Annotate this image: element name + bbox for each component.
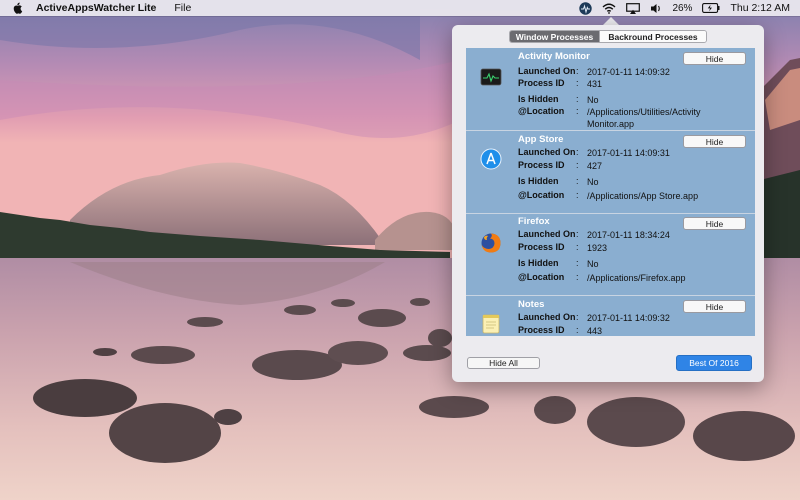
- process-item: Activity Monitor Hide Launched On : 2017…: [466, 48, 755, 131]
- process-name: App Store: [518, 134, 564, 145]
- location-value: /Applications/Utilities/Activity Monitor…: [587, 107, 701, 129]
- colon: :: [576, 94, 579, 104]
- colon: :: [576, 312, 579, 322]
- process-id-label: Process ID: [518, 160, 565, 170]
- colon: :: [576, 106, 579, 116]
- location-label: @Location: [518, 272, 565, 282]
- is-hidden-label: Is Hidden: [518, 258, 559, 268]
- launched-on-value: 2017-01-11 14:09:32: [587, 67, 670, 77]
- app-store-icon: [480, 148, 502, 170]
- colon: :: [576, 242, 579, 252]
- is-hidden-value: No: [587, 177, 599, 187]
- activity-monitor-icon: [480, 66, 502, 88]
- hide-button[interactable]: Hide: [683, 52, 746, 65]
- process-id-value: 1923: [587, 243, 608, 253]
- colon: :: [576, 147, 579, 157]
- launched-on-label: Launched On: [518, 229, 576, 239]
- colon: :: [576, 176, 579, 186]
- process-name: Activity Monitor: [518, 51, 590, 62]
- launched-on-label: Launched On: [518, 312, 576, 322]
- airplay-icon[interactable]: [626, 2, 641, 14]
- launched-on-value: 2017-01-11 14:09:31: [587, 148, 670, 158]
- process-id-value: 443: [587, 326, 603, 336]
- menubar-clock[interactable]: Thu 2:12 AM: [730, 2, 790, 14]
- colon: :: [576, 78, 579, 88]
- process-name: Notes: [518, 299, 545, 310]
- colon: :: [576, 272, 579, 282]
- process-item: Notes Hide Launched On : 2017-01-11 14:0…: [466, 296, 755, 336]
- colon: :: [576, 325, 579, 335]
- process-id-label: Process ID: [518, 325, 565, 335]
- process-id-value: 427: [587, 161, 603, 171]
- launched-on-value: 2017-01-11 14:09:32: [587, 313, 670, 323]
- battery-percent: 26%: [672, 2, 693, 14]
- is-hidden-value: No: [587, 95, 599, 105]
- colon: :: [576, 258, 579, 268]
- colon: :: [576, 66, 579, 76]
- location-label: @Location: [518, 190, 565, 200]
- tab-background-processes[interactable]: Backround Processes: [599, 31, 706, 42]
- process-type-segmented-control: Window Processes Backround Processes: [509, 30, 707, 43]
- best-of-2016-button[interactable]: Best Of 2016: [676, 355, 752, 371]
- is-hidden-label: Is Hidden: [518, 94, 559, 104]
- process-item: App Store Hide Launched On : 2017-01-11 …: [466, 131, 755, 214]
- launched-on-value: 2017-01-11 18:34:24: [587, 230, 670, 240]
- hide-all-button[interactable]: Hide All: [467, 357, 540, 369]
- status-area: 26% Thu 2:12 AM: [579, 0, 800, 16]
- popover-arrow: [603, 17, 619, 25]
- colon: :: [576, 190, 579, 200]
- tab-window-processes[interactable]: Window Processes: [510, 31, 599, 42]
- menu-bar: ActiveAppsWatcher Lite File 26% Thu 2:12…: [0, 0, 800, 16]
- battery-icon[interactable]: [702, 3, 720, 13]
- is-hidden-value: No: [587, 259, 599, 269]
- apple-logo-icon[interactable]: [10, 0, 24, 16]
- notes-icon: [480, 313, 502, 335]
- location-value: /Applications/App Store.app: [587, 191, 699, 201]
- process-id-label: Process ID: [518, 78, 565, 88]
- is-hidden-label: Is Hidden: [518, 176, 559, 186]
- wifi-icon[interactable]: [602, 3, 616, 14]
- process-id-value: 431: [587, 79, 603, 89]
- colon: :: [576, 229, 579, 239]
- colon: :: [576, 160, 579, 170]
- location-value: /Applications/Firefox.app: [587, 273, 686, 283]
- process-list[interactable]: Activity Monitor Hide Launched On : 2017…: [466, 48, 755, 336]
- launched-on-label: Launched On: [518, 147, 576, 157]
- location-label: @Location: [518, 106, 565, 116]
- process-item: Firefox Hide Launched On : 2017-01-11 18…: [466, 213, 755, 296]
- process-name: Firefox: [518, 216, 550, 227]
- app-menu[interactable]: ActiveAppsWatcher Lite: [36, 2, 156, 14]
- launched-on-label: Launched On: [518, 66, 576, 76]
- file-menu[interactable]: File: [174, 2, 191, 14]
- firefox-icon: [480, 232, 502, 254]
- activeappswatcher-icon[interactable]: [579, 1, 593, 15]
- volume-icon[interactable]: [650, 3, 662, 14]
- process-id-label: Process ID: [518, 242, 565, 252]
